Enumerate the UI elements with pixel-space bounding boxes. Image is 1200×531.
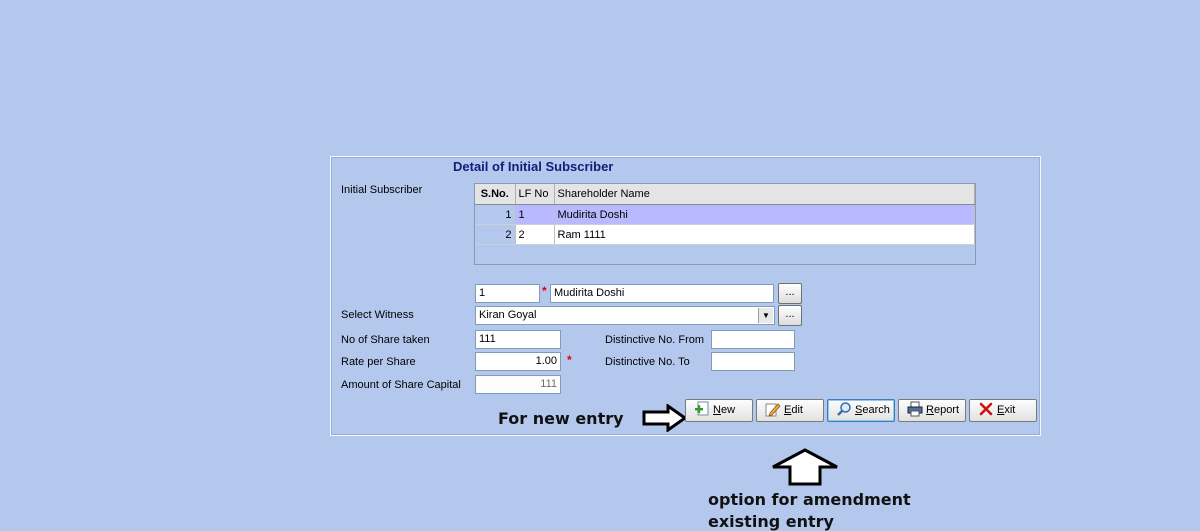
required-marker: *	[567, 353, 572, 367]
row-lf[interactable]: 2	[515, 224, 555, 245]
dist-to-label: Distinctive No. To	[605, 356, 690, 368]
shareholder-name-input[interactable]: Mudirita Doshi	[550, 284, 774, 303]
row-name[interactable]: Mudirita Doshi	[554, 204, 975, 225]
row-sno: 1	[475, 204, 516, 225]
table-row[interactable]: 1 1 Mudirita Doshi	[475, 204, 975, 225]
form-title: Detail of Initial Subscriber	[453, 159, 614, 174]
table-row[interactable]: 2 2 Ram 1111	[475, 224, 975, 245]
red-x-icon	[979, 402, 993, 416]
amount-label: Amount of Share Capital	[341, 379, 461, 391]
rate-input[interactable]: 1.00	[475, 352, 561, 371]
chevron-down-icon[interactable]: ▼	[758, 308, 773, 323]
witness-selected-value: Kiran Goyal	[479, 309, 537, 321]
dist-from-label: Distinctive No. From	[605, 334, 705, 346]
witness-select[interactable]: Kiran Goyal ▼	[475, 306, 775, 325]
column-header-sno[interactable]: S.No.	[475, 184, 516, 205]
arrow-right-icon	[642, 404, 688, 432]
shares-label: No of Share taken	[341, 334, 430, 346]
required-marker: *	[542, 284, 547, 298]
exit-button[interactable]: Exit	[969, 399, 1037, 422]
plus-document-icon	[695, 401, 709, 416]
new-button[interactable]: New	[685, 399, 753, 422]
search-button[interactable]: Search	[827, 399, 895, 422]
edit-button[interactable]: Edit	[756, 399, 824, 422]
row-name[interactable]: Ram 1111	[554, 224, 975, 245]
dist-from-input[interactable]	[711, 330, 795, 349]
arrow-up-icon	[772, 448, 838, 486]
magnifier-icon	[837, 402, 851, 416]
lf-no-input[interactable]: 1	[475, 284, 540, 303]
amount-input: 111	[475, 375, 561, 394]
row-lf[interactable]: 1	[515, 204, 555, 225]
initial-subscriber-label: Initial Subscriber	[341, 184, 423, 196]
report-button[interactable]: Report	[898, 399, 966, 422]
printer-icon	[907, 401, 923, 417]
shareholder-lookup-button[interactable]: ...	[778, 283, 802, 304]
grid-header: S.No. LF No Shareholder Name	[475, 184, 975, 205]
dist-to-input[interactable]	[711, 352, 795, 371]
column-header-lf[interactable]: LF No	[515, 184, 555, 205]
column-header-name[interactable]: Shareholder Name	[554, 184, 975, 205]
amendment-annotation-line2: existing entry	[708, 512, 834, 531]
subscriber-grid[interactable]: S.No. LF No Shareholder Name 1 1 Mudirit…	[474, 183, 976, 265]
pencil-icon	[765, 403, 781, 417]
amendment-annotation-line1: option for amendment	[708, 490, 911, 509]
shares-input[interactable]: 111	[475, 330, 561, 349]
rate-label: Rate per Share	[341, 356, 416, 368]
new-entry-annotation: For new entry	[498, 409, 624, 428]
row-sno: 2	[475, 224, 516, 245]
witness-label: Select Witness	[341, 309, 414, 321]
witness-lookup-button[interactable]: ...	[778, 305, 802, 326]
